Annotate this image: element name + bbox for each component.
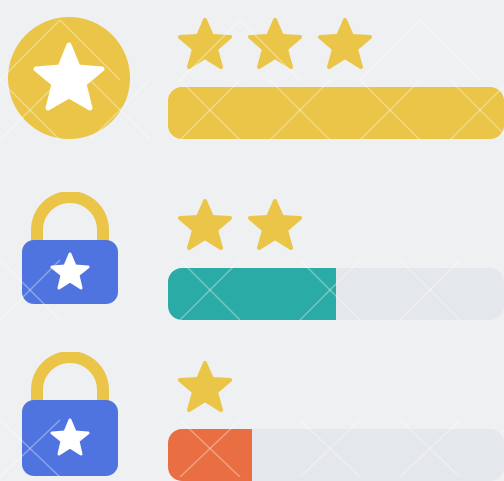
star-badge-icon	[8, 17, 130, 139]
level-row-1	[0, 0, 504, 160]
star-icon	[247, 17, 303, 71]
star-icon	[317, 17, 373, 71]
star-rating	[177, 198, 303, 252]
star-rating	[177, 17, 373, 71]
level-row-2	[0, 180, 504, 330]
star-icon	[177, 198, 233, 252]
lock-icon	[20, 192, 120, 307]
progress-fill	[168, 429, 252, 481]
star-icon	[247, 198, 303, 252]
progress-bar	[168, 429, 504, 481]
progress-bar	[168, 87, 504, 139]
star-icon	[177, 360, 233, 414]
progress-fill	[168, 87, 504, 139]
progress-bar	[168, 268, 504, 320]
star-rating	[177, 360, 233, 414]
progress-fill	[168, 268, 336, 320]
lock-icon	[20, 352, 120, 477]
level-row-3	[0, 340, 504, 481]
star-icon	[177, 17, 233, 71]
